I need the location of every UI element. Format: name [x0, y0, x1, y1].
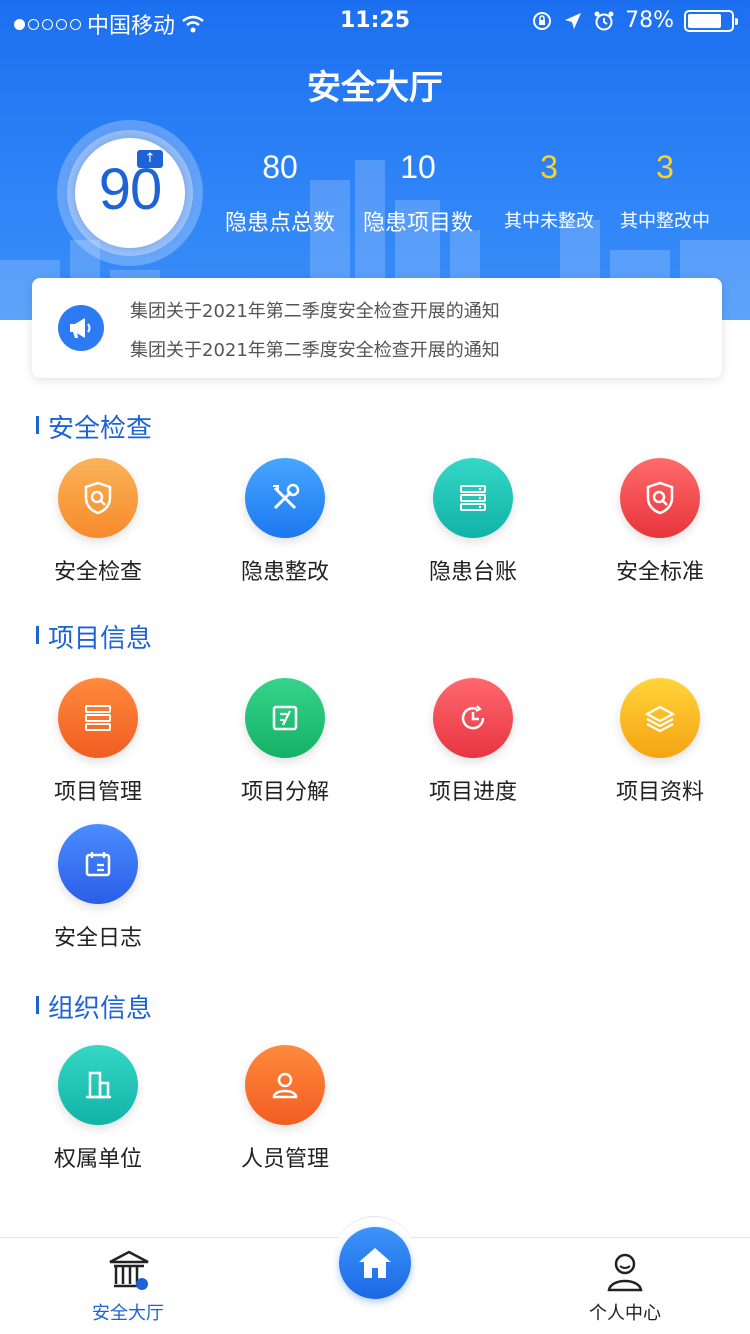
menu-item-project-documents[interactable]: 项目资料 [580, 678, 740, 806]
menu-item-hazard-rectification[interactable]: 隐患整改 [205, 458, 365, 586]
status-bar: 中国移动 11:25 78% [0, 0, 750, 40]
bank-icon [109, 1250, 149, 1290]
hazard-stats: 80 隐患点总数 10 隐患项目数 3 其中未整改 3 其中整改中 [210, 145, 750, 245]
battery-icon [684, 9, 738, 32]
page-title: 安全大厅 [307, 68, 443, 108]
menu-item-label: 项目分解 [240, 780, 329, 805]
server-icon [58, 678, 138, 758]
menu-item-project-management[interactable]: 项目管理 [18, 678, 178, 806]
menu-item-label: 项目资料 [615, 780, 704, 805]
stat-value: 80 [262, 149, 298, 185]
home-button[interactable] [339, 1227, 411, 1299]
notice-item[interactable]: 集团关于2021年第二季度安全检查开展的通知 [130, 336, 500, 362]
menu-item-label: 安全标准 [615, 560, 704, 585]
stat-rectifying[interactable]: 3 其中整改中 [595, 145, 735, 233]
menu-item-label: 项目进度 [428, 780, 517, 805]
clock-icon [433, 678, 513, 758]
tab-label: 安全大厅 [92, 1303, 164, 1324]
section-title-project-info: 项目信息 [36, 618, 152, 655]
user-icon [607, 1253, 643, 1292]
score-trend-up-icon: ↑ [137, 150, 163, 168]
menu-item-label: 人员管理 [240, 1147, 329, 1172]
menu-item-label: 安全检查 [53, 560, 142, 585]
stat-label: 其中整改中 [620, 211, 710, 232]
menu-item-safety-inspection[interactable]: 安全检查 [18, 458, 178, 586]
menu-item-project-progress[interactable]: 项目进度 [393, 678, 553, 806]
shield-search-icon [620, 458, 700, 538]
menu-item-affiliated-units[interactable]: 权属单位 [18, 1045, 178, 1173]
alarm-icon [594, 11, 614, 30]
menu-item-personnel-management[interactable]: 人员管理 [205, 1045, 365, 1173]
menu-item-hazard-ledger[interactable]: 隐患台账 [393, 458, 553, 586]
megaphone-icon [58, 305, 104, 351]
stat-label: 隐患项目数 [362, 211, 473, 236]
server-icon [433, 458, 513, 538]
layers-icon [620, 678, 700, 758]
menu-item-project-breakdown[interactable]: 项目分解 [205, 678, 365, 806]
menu-item-safety-log[interactable]: 安全日志 [18, 824, 178, 952]
header-banner: 中国移动 11:25 78% 安全大厅 90 ↑ 80 隐患点总数 10 隐患项… [0, 0, 750, 320]
tab-safety-hall[interactable]: 安全大厅 [48, 1238, 208, 1334]
section-title-safety-inspection: 安全检查 [36, 408, 152, 445]
menu-item-label: 隐患整改 [240, 560, 329, 585]
tab-personal-center[interactable]: 个人中心 [545, 1238, 705, 1334]
tab-label: 个人中心 [589, 1303, 661, 1324]
location-arrow-icon [565, 12, 582, 29]
battery-percentage: 78% [625, 8, 674, 33]
menu-item-label: 安全日志 [53, 926, 142, 951]
stat-value: 3 [656, 149, 674, 185]
stat-label: 隐患点总数 [224, 211, 335, 236]
notice-card[interactable]: 集团关于2021年第二季度安全检查开展的通知 集团关于2021年第二季度安全检查… [32, 278, 722, 378]
tools-icon [245, 458, 325, 538]
menu-item-label: 项目管理 [53, 780, 142, 805]
stat-value: 10 [400, 149, 436, 185]
home-icon [359, 1248, 391, 1278]
notice-item[interactable]: 集团关于2021年第二季度安全检查开展的通知 [130, 297, 500, 323]
rotation-lock-icon [533, 11, 552, 30]
stat-hazard-projects[interactable]: 10 隐患项目数 [348, 145, 488, 237]
split-doc-icon [245, 678, 325, 758]
building-icon [58, 1045, 138, 1125]
menu-item-safety-standards[interactable]: 安全标准 [580, 458, 740, 586]
calendar-icon [58, 824, 138, 904]
person-icon [245, 1045, 325, 1125]
menu-item-label: 隐患台账 [428, 560, 517, 585]
shield-search-icon [58, 458, 138, 538]
stat-total-hazard-points[interactable]: 80 隐患点总数 [210, 145, 350, 237]
menu-item-label: 权属单位 [53, 1147, 142, 1172]
section-title-organization-info: 组织信息 [36, 988, 152, 1025]
safety-score-value: 90 [98, 157, 163, 222]
safety-score-gauge: 90 ↑ [57, 120, 203, 266]
